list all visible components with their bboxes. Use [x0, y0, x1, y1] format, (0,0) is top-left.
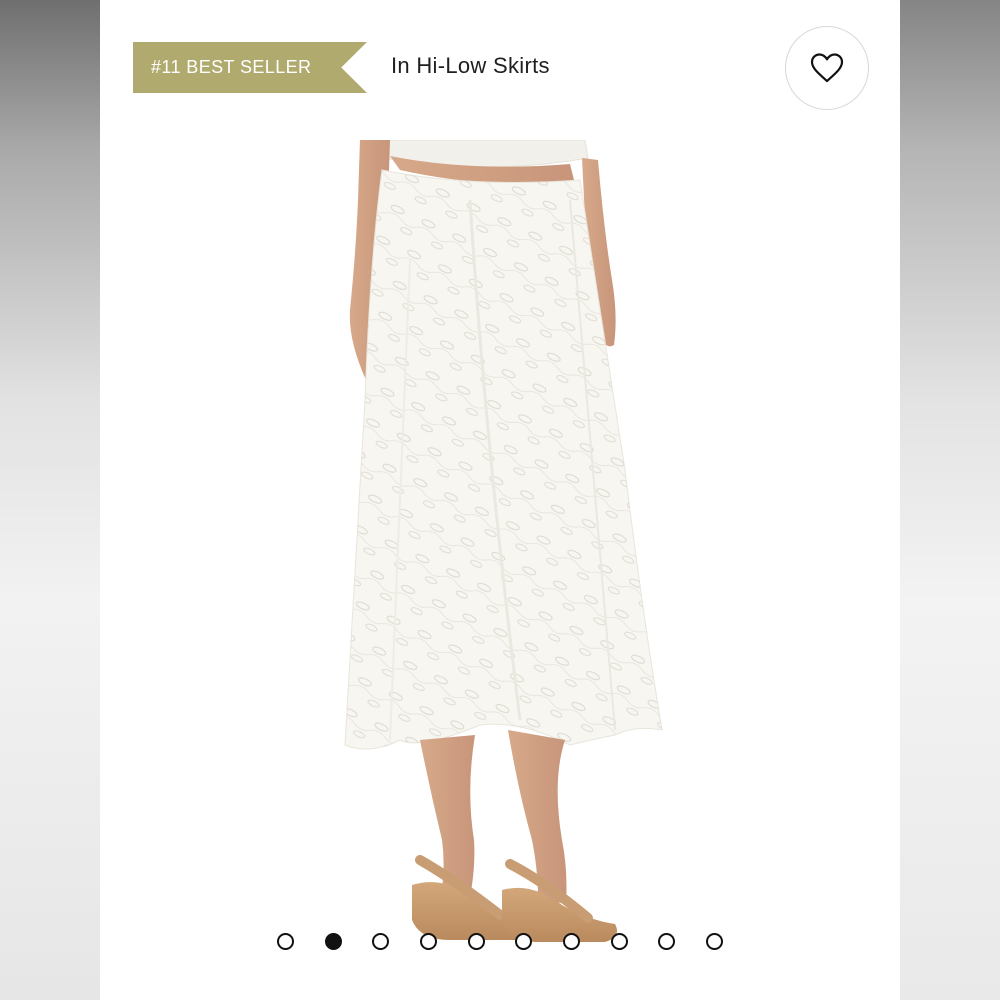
background-right [900, 0, 1000, 1000]
heart-icon [810, 53, 844, 83]
product-image[interactable] [270, 139, 730, 960]
carousel-dots [100, 933, 900, 951]
carousel-dot[interactable] [277, 933, 294, 950]
carousel-dot-active[interactable] [325, 933, 342, 950]
carousel-dot[interactable] [563, 933, 580, 950]
skirt-illustration [344, 139, 663, 942]
carousel-dot[interactable] [468, 933, 485, 950]
background-left [0, 0, 100, 1000]
category-link[interactable]: In Hi-Low Skirts [391, 53, 550, 79]
favorite-button[interactable] [785, 26, 869, 110]
best-seller-label: #11 BEST SELLER [151, 57, 312, 77]
carousel-dot[interactable] [611, 933, 628, 950]
carousel-dot[interactable] [706, 933, 723, 950]
product-card: #11 BEST SELLER In Hi-Low Skirts [100, 0, 900, 1000]
carousel-dot[interactable] [658, 933, 675, 950]
carousel-dot[interactable] [420, 933, 437, 950]
carousel-dot[interactable] [515, 933, 532, 950]
best-seller-badge: #11 BEST SELLER [133, 42, 367, 93]
carousel-dot[interactable] [372, 933, 389, 950]
